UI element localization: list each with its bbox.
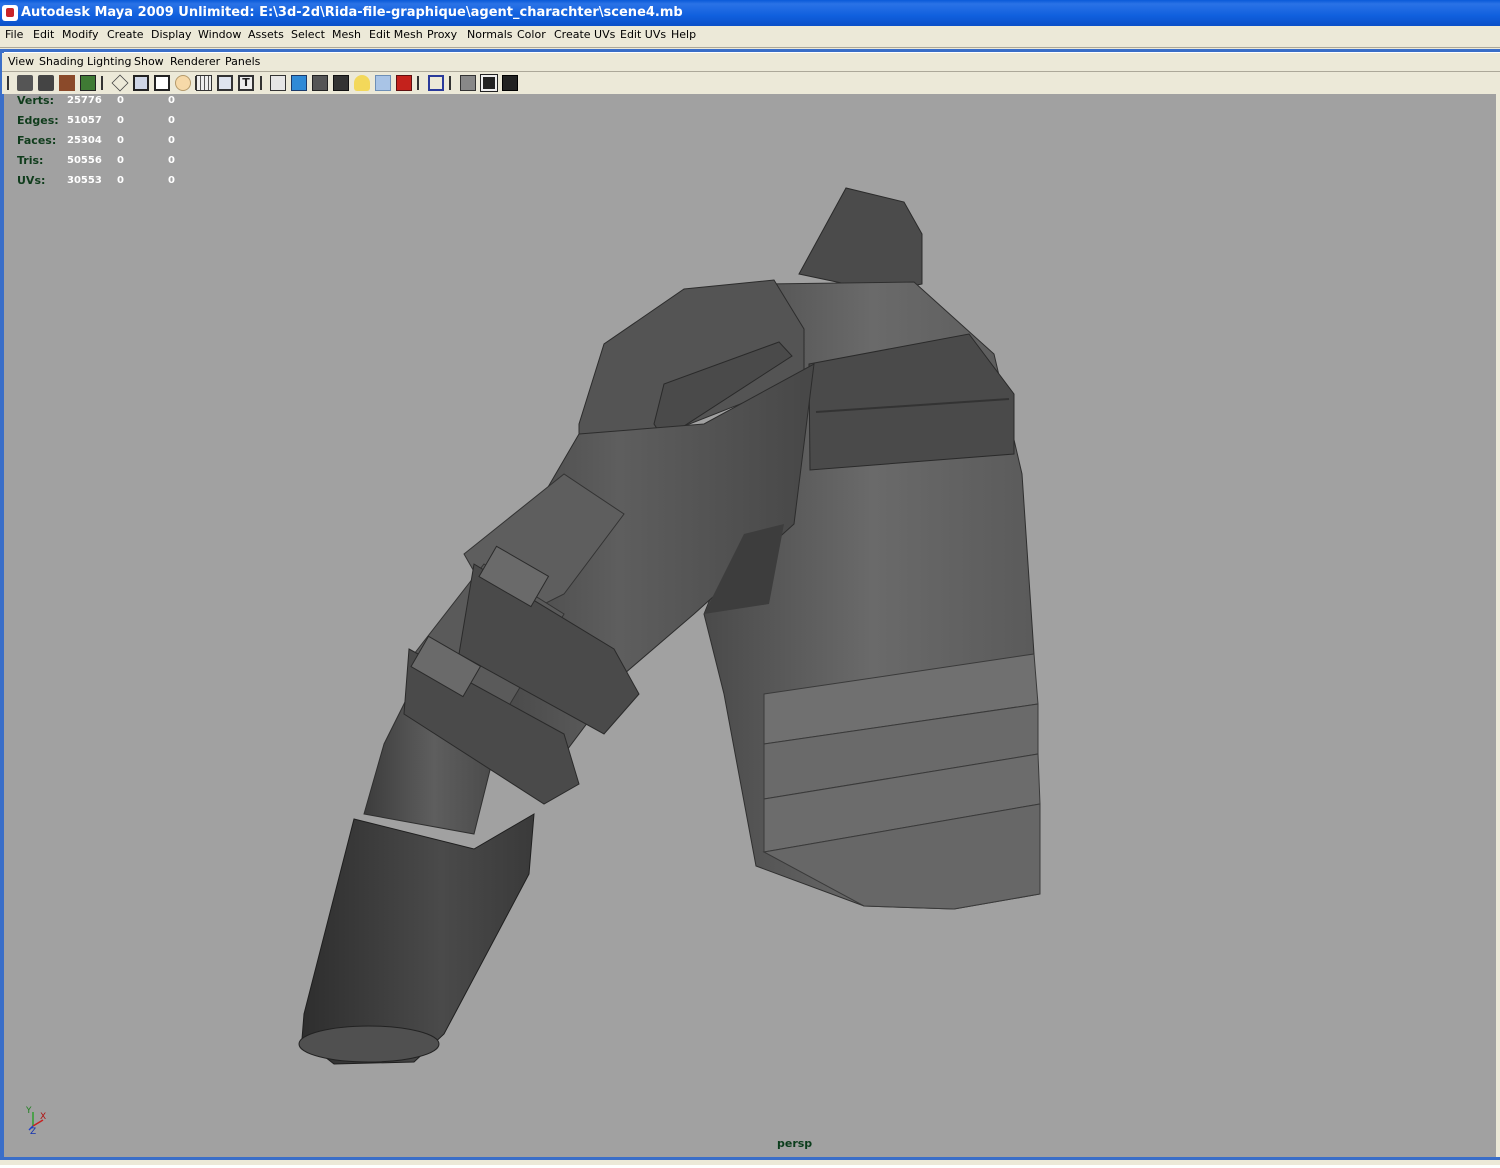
flat-shade-icon[interactable] <box>312 75 328 91</box>
smooth-shade-icon[interactable] <box>291 75 307 91</box>
toolbar-separator <box>449 76 451 90</box>
axis-x-label: X <box>40 1112 46 1122</box>
panel-menu-lighting[interactable]: Lighting <box>87 53 131 71</box>
menu-help[interactable]: Help <box>671 26 696 44</box>
menu-file[interactable]: File <box>5 26 23 44</box>
main-menubar: File Edit Modify Create Display Window A… <box>0 26 1500 45</box>
isolate-select-icon[interactable] <box>428 75 444 91</box>
camera-name-label: persp <box>777 1137 813 1150</box>
panel-menu-shading[interactable]: Shading <box>39 53 84 71</box>
maya-app-icon[interactable] <box>2 5 18 21</box>
panel-menu-show[interactable]: Show <box>134 53 164 71</box>
menu-edit-mesh[interactable]: Edit Mesh <box>369 26 423 44</box>
title-bar: Autodesk Maya 2009 Unlimited: E:\3d-2d\R… <box>0 0 1500 26</box>
menu-mesh[interactable]: Mesh <box>332 26 361 44</box>
camera-attributes-icon[interactable] <box>38 75 54 91</box>
select-camera-icon[interactable] <box>17 75 33 91</box>
menu-color[interactable]: Color <box>517 26 546 44</box>
grid-icon[interactable] <box>111 74 129 92</box>
menu-create-uvs[interactable]: Create UVs <box>554 26 615 44</box>
menu-assets[interactable]: Assets <box>248 26 284 44</box>
toolbar-separator <box>101 76 103 90</box>
panel-menubar: View Shading Lighting Show Renderer Pane… <box>2 53 1500 71</box>
menu-normals[interactable]: Normals <box>467 26 513 44</box>
menu-modify[interactable]: Modify <box>62 26 98 44</box>
bounding-box-icon[interactable] <box>333 75 349 91</box>
menu-display[interactable]: Display <box>151 26 192 44</box>
safe-title-icon[interactable]: T <box>238 75 254 91</box>
perspective-viewport[interactable]: Verts: 25776 0 0 Edges: 51057 0 0 Faces:… <box>4 94 1498 1157</box>
resolution-gate-icon[interactable] <box>154 75 170 91</box>
menu-select[interactable]: Select <box>291 26 325 44</box>
image-plane-icon[interactable] <box>80 75 96 91</box>
toolbar-separator <box>417 76 419 90</box>
panel-toolbar: T <box>2 72 1500 94</box>
panel-menu-view[interactable]: View <box>8 53 34 71</box>
menu-window[interactable]: Window <box>198 26 241 44</box>
axis-z-label: Z <box>30 1127 36 1134</box>
menu-edit-uvs[interactable]: Edit UVs <box>620 26 666 44</box>
backface-cull-icon[interactable] <box>502 75 518 91</box>
wireframe-on-shaded-icon[interactable] <box>480 74 498 92</box>
wireframe-icon[interactable] <box>270 75 286 91</box>
menu-proxy[interactable]: Proxy <box>427 26 457 44</box>
toolbar-separator <box>260 76 262 90</box>
menubar-divider <box>0 45 1500 48</box>
window-title: Autodesk Maya 2009 Unlimited: E:\3d-2d\R… <box>21 5 683 20</box>
panel-menu-panels[interactable]: Panels <box>225 53 260 71</box>
film-gate-icon[interactable] <box>133 75 149 91</box>
menu-edit[interactable]: Edit <box>33 26 54 44</box>
armor-mesh-render[interactable] <box>4 94 1498 1157</box>
field-chart-icon[interactable] <box>196 75 212 91</box>
bookmark-icon[interactable] <box>59 75 75 91</box>
use-lights-icon[interactable] <box>354 75 370 91</box>
axis-y-label: Y <box>25 1106 32 1116</box>
xray-icon[interactable] <box>460 75 476 91</box>
window-bottom-border <box>0 1157 1500 1165</box>
panel-menu-renderer[interactable]: Renderer <box>170 53 220 71</box>
gate-mask-icon[interactable] <box>175 75 191 91</box>
safe-action-icon[interactable] <box>217 75 233 91</box>
menu-create[interactable]: Create <box>107 26 144 44</box>
axis-gizmo: Y X Z <box>25 1106 46 1134</box>
shadows-icon[interactable] <box>396 75 412 91</box>
frame-right-edge <box>1496 94 1500 1157</box>
textured-icon[interactable] <box>375 75 391 91</box>
toolbar-separator <box>7 76 9 90</box>
